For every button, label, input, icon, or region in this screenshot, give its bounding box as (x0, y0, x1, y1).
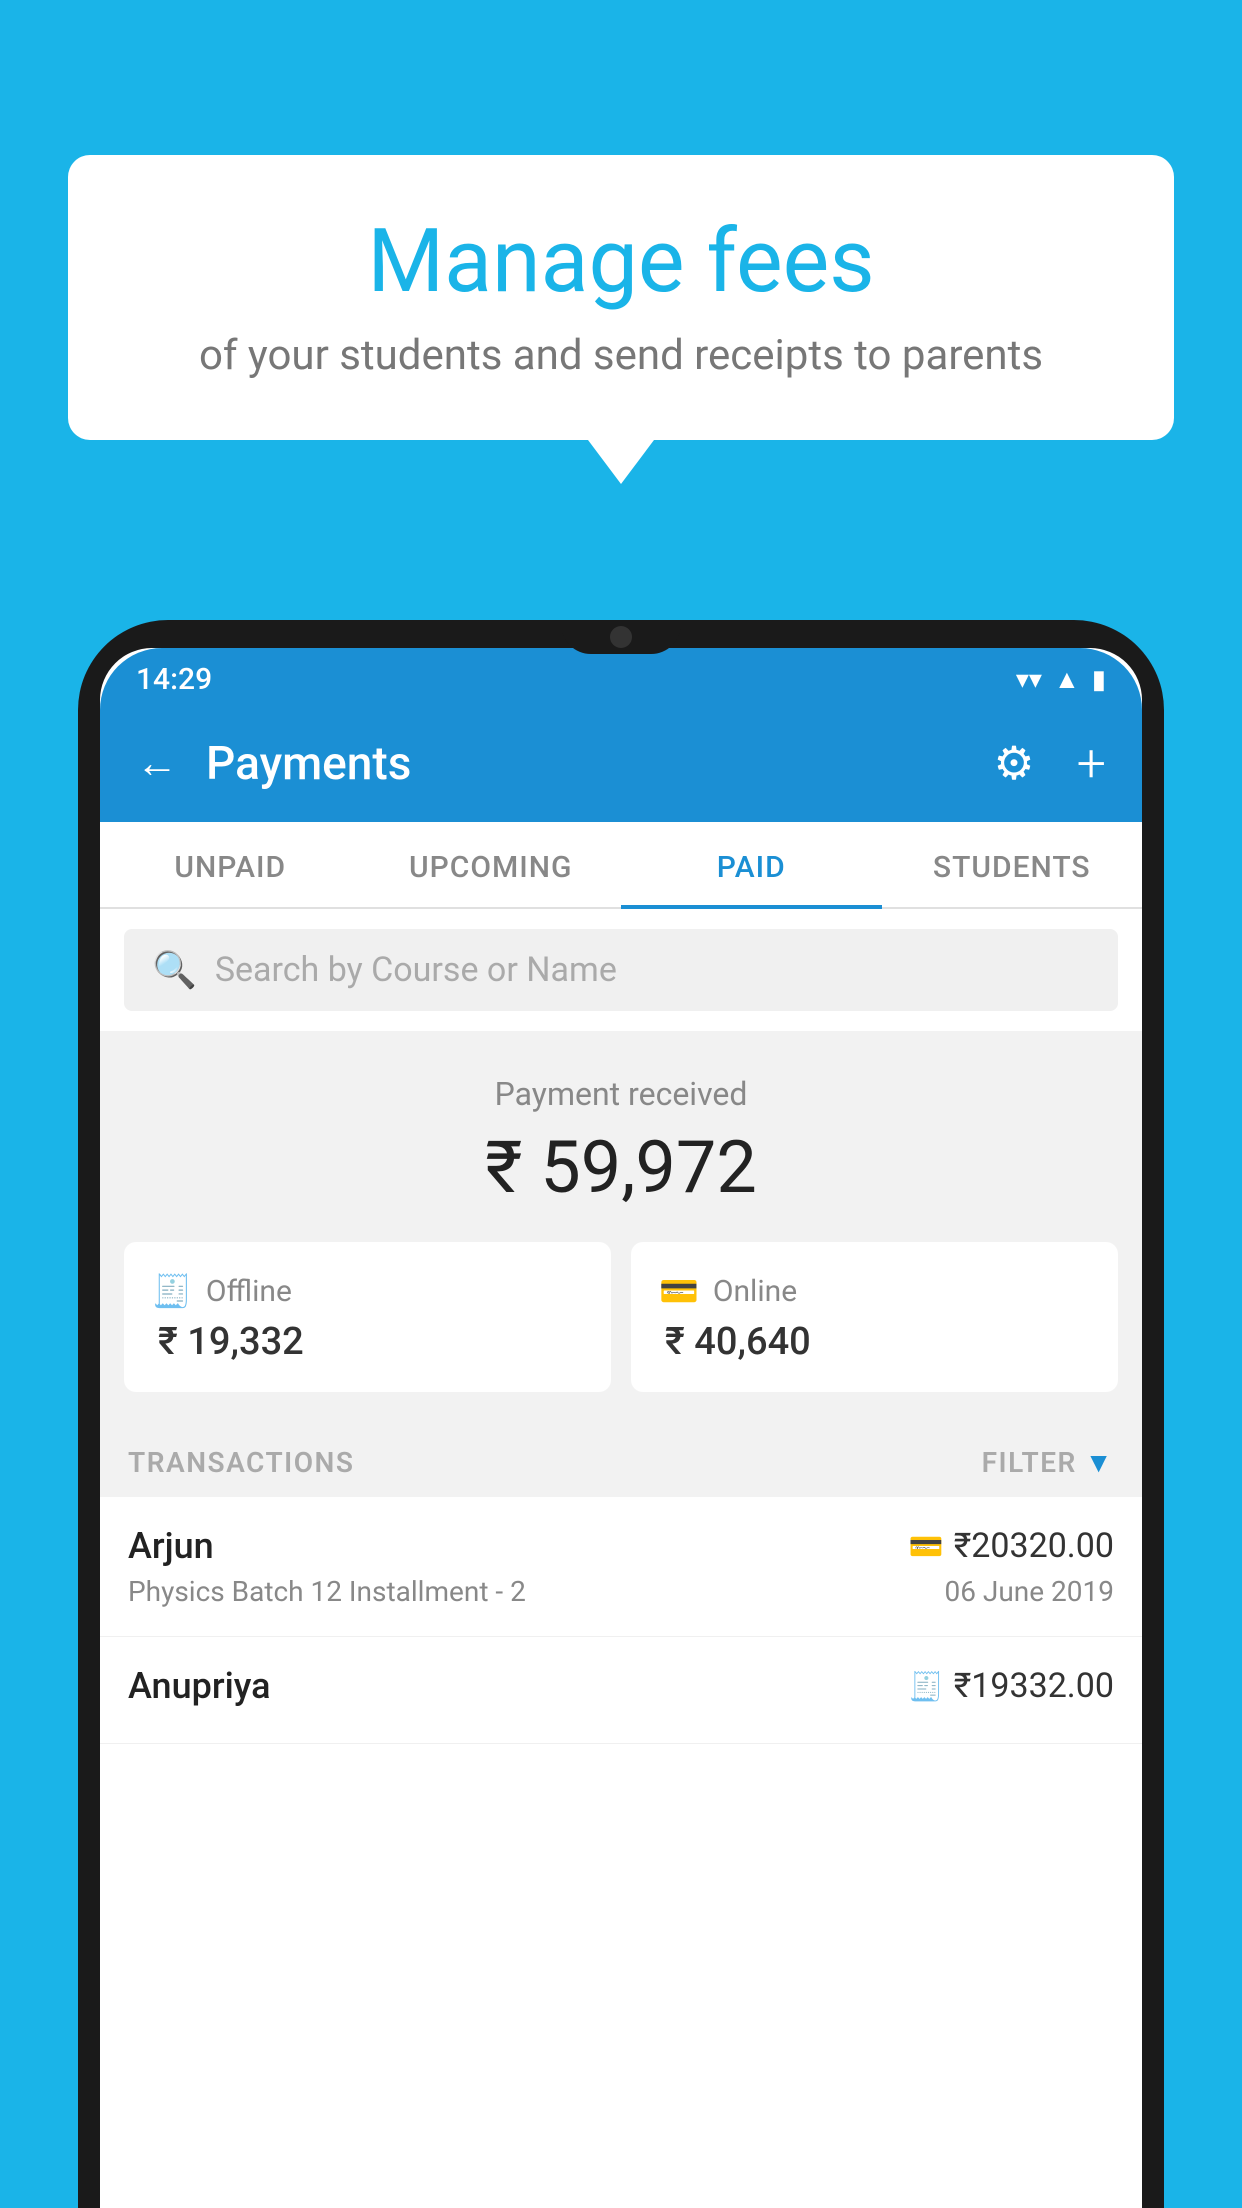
transaction-date: 06 June 2019 (944, 1575, 1114, 1608)
online-label: Online (713, 1274, 797, 1309)
filter-label-text: FILTER (982, 1446, 1077, 1479)
online-card-top: 💳 Online (659, 1272, 1090, 1310)
settings-icon[interactable]: ⚙ (993, 736, 1034, 791)
bubble-subtitle: of your students and send receipts to pa… (128, 331, 1114, 380)
transaction-name: Anupriya (128, 1665, 271, 1707)
filter-button[interactable]: FILTER ▼ (982, 1446, 1114, 1479)
status-bar: 14:29 ▾▾ ▲ ▮ (100, 648, 1142, 711)
transaction-row-bottom: Physics Batch 12 Installment - 2 06 June… (128, 1575, 1114, 1608)
transaction-amount-container: 🧾 ₹19332.00 (909, 1666, 1114, 1706)
online-icon: 💳 (659, 1272, 699, 1310)
page-title: Payments (206, 737, 965, 791)
transaction-row-top: Arjun 💳 ₹20320.00 (128, 1525, 1114, 1567)
phone-content: 🔍 Search by Course or Name Payment recei… (100, 909, 1142, 1744)
status-icons: ▾▾ ▲ ▮ (1016, 664, 1106, 695)
table-row[interactable]: Anupriya 🧾 ₹19332.00 (100, 1637, 1142, 1744)
online-card: 💳 Online ₹ 40,640 (631, 1242, 1118, 1392)
payment-received-label: Payment received (124, 1075, 1118, 1113)
wifi-icon: ▾▾ (1016, 665, 1042, 695)
tabs-container: UNPAID UPCOMING PAID STUDENTS (100, 822, 1142, 909)
offline-card: 🧾 Offline ₹ 19,332 (124, 1242, 611, 1392)
transaction-course: Physics Batch 12 Installment - 2 (128, 1575, 526, 1608)
table-row[interactable]: Arjun 💳 ₹20320.00 Physics Batch 12 Insta… (100, 1497, 1142, 1637)
online-amount: ₹ 40,640 (659, 1320, 1090, 1364)
transactions-header: TRANSACTIONS FILTER ▼ (100, 1424, 1142, 1497)
transaction-amount: ₹20320.00 (954, 1526, 1114, 1566)
tab-upcoming[interactable]: UPCOMING (361, 822, 622, 907)
signal-icon: ▲ (1054, 664, 1080, 695)
transactions-label: TRANSACTIONS (128, 1446, 354, 1479)
search-bar[interactable]: 🔍 Search by Course or Name (124, 929, 1118, 1011)
status-time: 14:29 (136, 662, 212, 697)
transaction-amount-container: 💳 ₹20320.00 (909, 1526, 1114, 1566)
transaction-name: Arjun (128, 1525, 214, 1567)
add-button[interactable]: + (1077, 733, 1106, 794)
bubble-title: Manage fees (128, 210, 1114, 313)
tab-students[interactable]: STUDENTS (882, 822, 1143, 907)
search-input[interactable]: Search by Course or Name (215, 950, 617, 990)
transaction-amount: ₹19332.00 (954, 1666, 1114, 1706)
offline-icon: 🧾 (152, 1272, 192, 1310)
tab-paid[interactable]: PAID (621, 822, 882, 907)
notch (561, 648, 681, 654)
payment-amount: ₹ 59,972 (124, 1125, 1118, 1210)
search-bar-container: 🔍 Search by Course or Name (100, 909, 1142, 1031)
phone-frame: 14:29 ▾▾ ▲ ▮ ← Payments ⚙ + UNPAID (78, 620, 1164, 2208)
cards-row: 🧾 Offline ₹ 19,332 💳 Online ₹ 40,640 (100, 1242, 1142, 1424)
back-button[interactable]: ← (136, 739, 178, 788)
app-header: ← Payments ⚙ + (100, 711, 1142, 822)
battery-icon: ▮ (1092, 665, 1106, 695)
search-icon: 🔍 (152, 949, 197, 991)
filter-icon: ▼ (1085, 1446, 1114, 1479)
transaction-type-icon: 💳 (909, 1530, 944, 1563)
transaction-type-icon: 🧾 (909, 1670, 944, 1703)
offline-label: Offline (206, 1274, 292, 1309)
offline-amount: ₹ 19,332 (152, 1320, 583, 1364)
transaction-row-top: Anupriya 🧾 ₹19332.00 (128, 1665, 1114, 1707)
payment-received-section: Payment received ₹ 59,972 (100, 1031, 1142, 1242)
speech-bubble: Manage fees of your students and send re… (68, 155, 1174, 440)
tab-unpaid[interactable]: UNPAID (100, 822, 361, 907)
offline-card-top: 🧾 Offline (152, 1272, 583, 1310)
